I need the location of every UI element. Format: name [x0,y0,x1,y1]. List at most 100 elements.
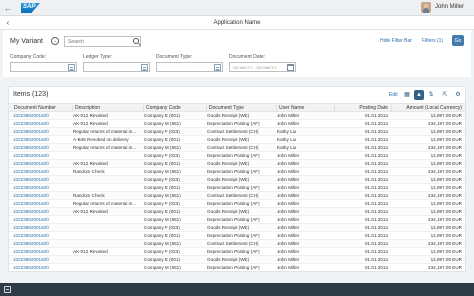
column-header[interactable]: Posting Date [334,105,391,112]
document-number-link[interactable]: 10223882001820 [13,257,71,262]
sort-icon[interactable]: ⇅ [426,90,436,100]
user-name-cell: John Miller [277,233,300,238]
document-number-link[interactable]: 10223882001820 [13,265,71,270]
search-icon[interactable] [133,38,139,44]
posting-date-cell: 01.01.2014 [365,225,388,230]
table-row[interactable]: 10223882001820 AK-012 Revoked Company M (5… [9,120,465,128]
sap-logo: SAP [21,3,40,13]
value-help-icon[interactable] [68,64,75,71]
company-code-label: Company Code: [10,54,47,60]
posting-date-cell: 01.01.2014 [365,209,388,214]
search-field[interactable] [64,36,141,47]
table-row[interactable]: 10223882001820 Regular returns of materia… [9,128,465,136]
table-row[interactable]: 10223882001820 Company M (561) Contract Se… [9,240,465,248]
company-code-cell: Company F (023) [144,177,180,182]
column-header[interactable]: Description [72,105,100,112]
amount-cell: 12,897.00 EUR [430,185,462,190]
hide-filter-bar-button[interactable]: Hide Filter Bar [380,38,412,44]
document-number-link[interactable]: 10223882001820 [13,241,71,246]
table-row[interactable]: 10223882001820 Random Check Company M (561… [9,168,465,176]
settings-icon[interactable]: ⚙ [453,90,463,100]
document-type-cell: Depreciation Posting (AF) [207,233,260,238]
table-row[interactable]: 10223882001820 Company F (023) Depreciatio… [9,152,465,160]
document-number-link[interactable]: 10223882001820 [13,249,71,254]
company-code-cell: Company M (561) [144,217,181,222]
document-number-link[interactable]: 10223882001820 [13,137,71,142]
table-row[interactable]: 10223882001820 Company F (023) Goods Recei… [9,176,465,184]
calendar-icon[interactable] [287,64,294,71]
column-header[interactable]: Amount (Local Currency) [391,105,465,112]
document-date-field[interactable]: DD.MM.YY - DD.MM.YY [229,62,296,72]
export-icon[interactable]: ⇱ [440,90,450,100]
table-row[interactable]: 10223882001820 Company E (001) Depreciatio… [9,184,465,192]
table-row[interactable]: 10223882001820 AK-012 Revoked Company F (0… [9,248,465,256]
avatar[interactable] [421,2,431,13]
user-name[interactable]: John Miller [435,4,464,10]
document-number-link[interactable]: 10223882001820 [13,209,71,214]
document-number-link[interactable]: 10223882001820 [13,145,71,150]
document-type-cell: Goods Receipt (WE) [207,113,250,118]
edit-button[interactable]: Edit [389,92,398,98]
company-code-cell: Company M (561) [144,241,181,246]
document-number-link[interactable]: 10223882001820 [13,201,71,206]
column-header[interactable]: Company Code [143,105,181,112]
table-row[interactable]: 10223882001820 A-B45 Revoked on delivery C… [9,136,465,144]
document-number-link[interactable]: 10223882001820 [13,193,71,198]
table-row[interactable]: 10223882001820 Company E (001) Goods Recei… [9,256,465,264]
user-name-cell: John Miller [277,121,300,126]
document-number-link[interactable]: 10223882001820 [13,233,71,238]
amount-cell: 234,197.00 EUR [428,169,462,174]
document-number-link[interactable]: 10223882001820 [13,225,71,230]
document-type-field[interactable] [156,62,223,72]
go-button[interactable]: Go [452,35,464,46]
posting-date-cell: 01.01.2014 [365,121,388,126]
table-row[interactable]: 10223882001820 AK-012 Revoked Company E (0… [9,208,465,216]
back-icon[interactable]: ← [3,3,13,13]
table-row[interactable]: 10223882001820 Company E (001) Depreciatio… [9,232,465,240]
description-cell: A-B45 Revoked on delivery [73,137,129,142]
column-header[interactable]: Document Number [12,105,56,112]
table-row[interactable]: 10223882001820 AK-012 Revoked Company E (0… [9,112,465,120]
filters-button[interactable]: Filters (1) [422,38,443,44]
variant-title[interactable]: My Variant [10,38,43,45]
table-body: 10223882001820 AK-012 Revoked Company E (0… [9,112,465,271]
search-input[interactable] [65,37,129,46]
amount-cell: 234,197.00 EUR [428,121,462,126]
ledger-type-field[interactable] [83,62,150,72]
value-help-icon[interactable] [214,64,221,71]
document-number-link[interactable]: 10223882001820 [13,185,71,190]
document-date-label: Document Date: [229,54,266,60]
table-row[interactable]: 10223882001820 Company M (561) Depreciatio… [9,216,465,224]
table-row[interactable]: 10223882001820 Regular returns of materia… [9,144,465,152]
description-cell: AK-012 Revoked [73,121,108,126]
user-name-cell: John Miller [277,217,300,222]
message-icon[interactable] [4,286,11,293]
document-number-link[interactable]: 10223882001820 [13,121,71,126]
amount-cell: 12,897.00 EUR [430,209,462,214]
table-row[interactable]: 10223882001820 Company M (561) Depreciatio… [9,264,465,271]
ledger-type-label: Ledger Type: [83,54,113,60]
document-number-link[interactable]: 10223882001820 [13,169,71,174]
posting-date-cell: 01.01.2014 [365,169,388,174]
document-type-cell: Depreciation Posting (AF) [207,185,260,190]
document-number-link[interactable]: 10223882001820 [13,113,71,118]
document-number-link[interactable]: 10223882001820 [13,177,71,182]
value-help-icon[interactable] [141,64,148,71]
document-number-link[interactable]: 10223882001820 [13,217,71,222]
table-row[interactable]: 10223882001820 Random Check Company M (561… [9,192,465,200]
table-row[interactable]: 10223882001820 AK-012 Revoked Company E (0… [9,160,465,168]
table-view-icon[interactable]: ▦ [402,90,412,100]
chevron-down-icon[interactable]: ⌄ [51,37,59,45]
amount-cell: 234,197.00 EUR [428,241,462,246]
chart-view-icon[interactable]: ▲ [414,90,424,100]
company-code-field[interactable] [10,62,77,72]
document-number-link[interactable]: 10223882001820 [13,129,71,134]
posting-date-cell: 01.01.2014 [365,257,388,262]
table-row[interactable]: 10223882001820 Company F (023) Goods Recei… [9,224,465,232]
document-number-link[interactable]: 10223882001820 [13,161,71,166]
document-number-link[interactable]: 10223882001820 [13,153,71,158]
amount-cell: 234,197.00 EUR [428,265,462,270]
column-header[interactable]: User Name [276,105,304,112]
table-row[interactable]: 10223882001820 Regular returns of materia… [9,200,465,208]
column-header[interactable]: Document Type [206,105,244,112]
